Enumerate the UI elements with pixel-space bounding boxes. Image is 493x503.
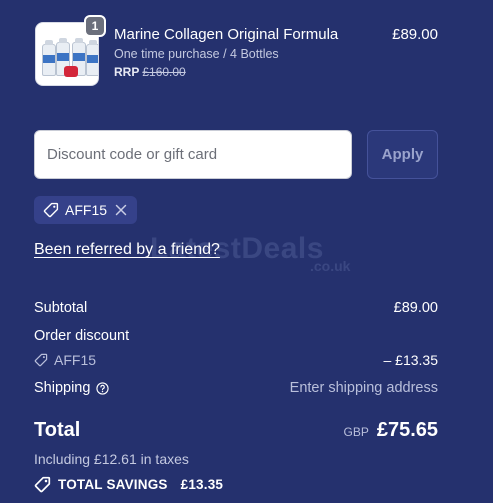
shipping-label: Shipping [34, 380, 91, 396]
quantity-badge: 1 [84, 15, 106, 37]
jar-image [64, 66, 78, 77]
tag-icon [43, 202, 59, 218]
rrp-value: £160.00 [142, 65, 186, 79]
total-savings: TOTAL SAVINGS £13.35 [34, 476, 223, 493]
referral-link[interactable]: Been referred by a friend? [34, 241, 220, 259]
applied-code-label: AFF15 [65, 202, 108, 218]
order-discount-code: AFF15 [34, 352, 96, 368]
bottle-image [86, 40, 98, 76]
help-circle-icon[interactable] [96, 381, 110, 395]
tax-line: Including £12.61 in taxes [34, 451, 189, 467]
savings-amount: £13.35 [180, 477, 224, 492]
product-rrp: RRP £160.00 [114, 65, 186, 79]
total-amount: £75.65 [376, 419, 438, 441]
shipping-row-label: Shipping [34, 380, 110, 396]
shipping-value: Enter shipping address [289, 380, 438, 396]
rrp-label: RRP [114, 65, 140, 79]
close-icon[interactable] [115, 204, 127, 216]
product-variant: One time purchase / 4 Bottles [114, 47, 279, 61]
total-label: Total [34, 419, 81, 441]
apply-button[interactable]: Apply [367, 130, 438, 179]
savings-label: TOTAL SAVINGS [58, 477, 168, 492]
tag-icon [34, 353, 48, 367]
total-value: GBP £75.65 [343, 419, 438, 442]
watermark-domain: .co.uk [310, 258, 351, 274]
subtotal-label: Subtotal [34, 300, 88, 316]
discount-code-input[interactable] [34, 130, 352, 179]
bottle-image [42, 40, 56, 76]
order-discount-value: – £13.35 [383, 352, 439, 368]
order-discount-label: Order discount [34, 328, 130, 344]
subtotal-value: £89.00 [393, 300, 438, 316]
tag-icon [34, 476, 51, 493]
product-price: £89.00 [392, 26, 438, 43]
discount-code-label: AFF15 [54, 352, 97, 368]
product-name: Marine Collagen Original Formula [114, 26, 339, 43]
currency-code: GBP [343, 425, 369, 439]
applied-code-chip: AFF15 [34, 196, 138, 224]
